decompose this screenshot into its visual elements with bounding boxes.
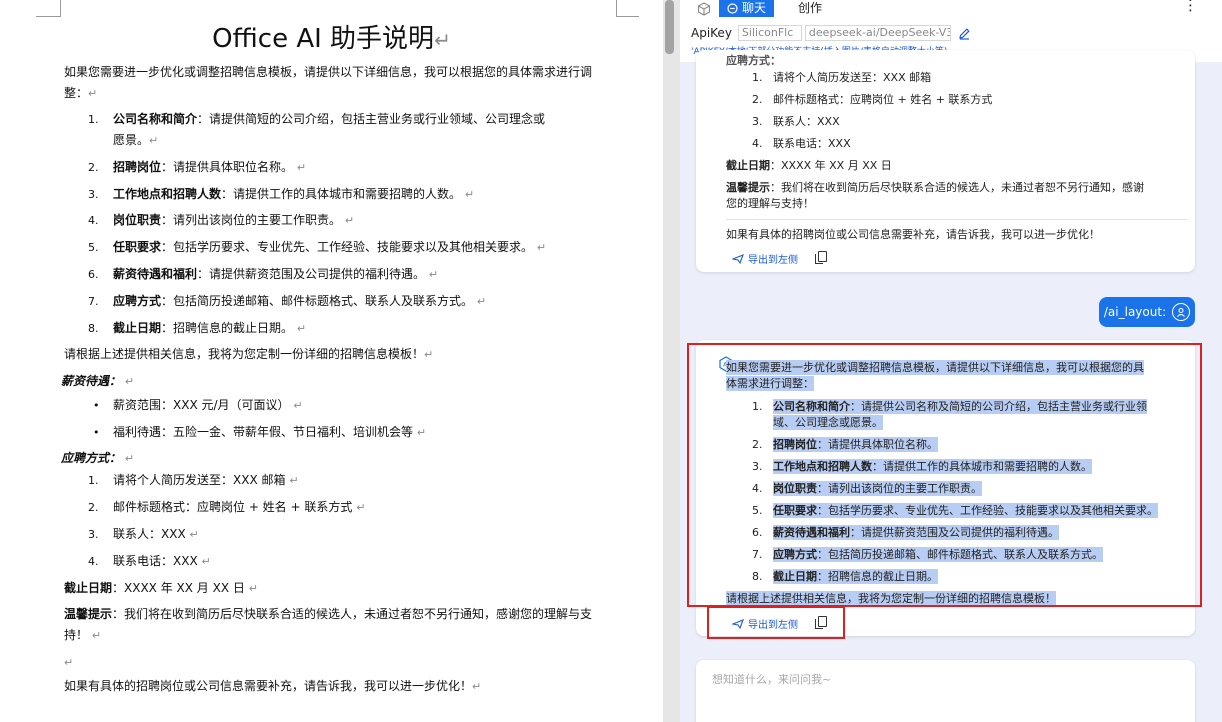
- chat-input[interactable]: [710, 672, 1174, 687]
- cube-icon[interactable]: [697, 2, 711, 16]
- vertical-scrollbar-track[interactable]: [663, 0, 680, 722]
- apply-item: 邮件标题格式：应聘岗位 + 姓名 + 联系方式 ↵: [113, 500, 366, 514]
- reminder-line-2: 持！ ↵: [64, 628, 102, 642]
- bullet-item: 福利待遇：五险一金、带薪年假、节日福利、培训机会等 ↵: [113, 425, 427, 439]
- apply-item: 联系电话：XXX ↵: [113, 554, 211, 568]
- more-options-icon[interactable]: ⋮: [1183, 0, 1198, 14]
- scrollbar-thumb[interactable]: [665, 0, 674, 54]
- card1-partial-heading: 应聘方式：: [726, 54, 781, 67]
- empty-paragraph: ↵: [64, 656, 74, 669]
- list-number: 4.: [88, 214, 99, 227]
- document-title: Office AI 助手说明↵: [212, 24, 451, 54]
- list-item: 任职要求：包括学历要求、专业优先、工作经验、技能要求以及其他相关要求。 ↵: [113, 240, 547, 254]
- final-line: 如果有具体的招聘岗位或公司信息需要补充，请告诉我，我可以进一步优化！↵: [64, 679, 482, 693]
- tab-chat-label: 聊天: [741, 1, 766, 15]
- chat-input-area[interactable]: [696, 660, 1195, 722]
- list-number: 4.: [752, 137, 763, 150]
- annotation-box-message: [687, 343, 1202, 607]
- provider-select[interactable]: SiliconFlc: [737, 25, 802, 41]
- bullet-mark: •: [93, 399, 100, 412]
- card1-reminder-2: 您的理解与支持！: [726, 197, 814, 210]
- document-page[interactable]: Office AI 助手说明↵ 如果您需要进一步优化或调整招聘信息模板，请提供以…: [0, 0, 663, 722]
- divider: [726, 219, 1188, 220]
- list-number: 8.: [88, 322, 99, 335]
- deadline-line: 截止日期：XXXX 年 XX 月 XX 日 ↵: [64, 581, 258, 595]
- user-message-text: /ai_layout:: [1103, 305, 1167, 319]
- export-to-left-button[interactable]: 导出到左侧: [732, 251, 798, 266]
- list-item: 应聘方式：包括简历投递邮箱、邮件标题格式、联系人及联系方式。 ↵: [113, 294, 487, 308]
- copy-icon[interactable]: [815, 251, 827, 264]
- list-number: 1.: [752, 71, 763, 84]
- list-item: 公司名称和简介：请提供简短的公司介绍，包括主营业务或行业领域、公司理念或: [113, 112, 546, 126]
- closing-line: 请根据上述提供相关信息，我将为您定制一份详细的招聘信息模板！↵: [64, 347, 434, 361]
- edit-pencil-icon[interactable]: [958, 27, 971, 40]
- list-item: 邮件标题格式：应聘岗位 + 姓名 + 联系方式: [773, 93, 993, 106]
- list-number: 3.: [752, 115, 763, 128]
- tab-create[interactable]: 创作: [798, 0, 822, 17]
- list-number: 2.: [88, 161, 99, 174]
- api-settings-row: ApiKey SiliconFlc deepseek-ai/DeepSeek-V…: [691, 25, 971, 41]
- list-number: 3.: [88, 188, 99, 201]
- annotation-box-export: [707, 606, 845, 639]
- list-item: 截止日期：招聘信息的截止日期。 ↵: [113, 321, 307, 335]
- intro-line-1: 如果您需要进一步优化或调整招聘信息模板，请提供以下详细信息，我可以根据您的具体需…: [64, 65, 593, 79]
- model-select[interactable]: deepseek-ai/DeepSeek-V3: [804, 25, 951, 41]
- list-number: 4.: [88, 555, 99, 568]
- list-item: 请将个人简历发送至：XXX 邮箱: [773, 71, 932, 84]
- list-item: 联系电话：XXX: [773, 137, 851, 150]
- list-number: 2.: [752, 93, 763, 106]
- send-icon: [732, 253, 744, 264]
- apply-item: 联系人：XXX ↵: [113, 527, 199, 541]
- list-item: 联系人：XXX: [773, 115, 840, 128]
- assistant-message-card: 应聘方式： 1. 请将个人简历发送至：XXX 邮箱 2. 邮件标题格式：应聘岗位…: [696, 50, 1195, 272]
- api-key-label: ApiKey: [691, 26, 732, 40]
- reminder-line-1: 温馨提示：我们将在收到简历后尽快联系合适的候选人，未通过者恕不另行通知，感谢您的…: [64, 607, 593, 621]
- list-item: 薪资待遇和福利：请提供薪资范围及公司提供的福利待遇。 ↵: [113, 267, 439, 281]
- user-message-bubble: /ai_layout:: [1099, 297, 1195, 327]
- export-label: 导出到左侧: [748, 255, 798, 266]
- tab-chat[interactable]: 聊天: [719, 0, 774, 17]
- list-item: 岗位职责：请列出该岗位的主要工作职责。 ↵: [113, 213, 355, 227]
- card1-followup: 如果有具体的招聘岗位或公司信息需要补充，请告诉我，我可以进一步优化！: [726, 228, 1100, 241]
- list-item-continued: 愿景。↵: [113, 133, 159, 147]
- apply-item: 请将个人简历发送至：XXX 邮箱 ↵: [113, 473, 299, 487]
- crop-mark-top-left: [36, 0, 61, 17]
- salary-heading: 薪资待遇： ↵: [61, 374, 135, 388]
- bullet-item: 薪资范围：XXX 元/月（可面议） ↵: [113, 398, 303, 412]
- intro-line-2: 整：↵: [64, 86, 98, 100]
- list-item: 工作地点和招聘人数：请提供工作的具体城市和需要招聘的人数。 ↵: [113, 187, 475, 201]
- card1-deadline: 截止日期：XXXX 年 XX 月 XX 日: [726, 159, 892, 172]
- user-avatar-icon: [1172, 303, 1191, 321]
- crop-mark-top-right: [616, 0, 639, 17]
- list-number: 7.: [88, 295, 99, 308]
- chat-icon: [727, 3, 738, 14]
- list-number: 2.: [88, 501, 99, 514]
- list-number: 3.: [88, 528, 99, 541]
- apply-heading: 应聘方式： ↵: [61, 451, 135, 465]
- list-number: 6.: [88, 268, 99, 281]
- list-number: 5.: [88, 241, 99, 254]
- list-number: 1.: [88, 474, 99, 487]
- list-number: 1.: [88, 113, 99, 126]
- list-item: 招聘岗位：请提供具体职位名称。 ↵: [113, 160, 307, 174]
- bullet-mark: •: [93, 426, 100, 439]
